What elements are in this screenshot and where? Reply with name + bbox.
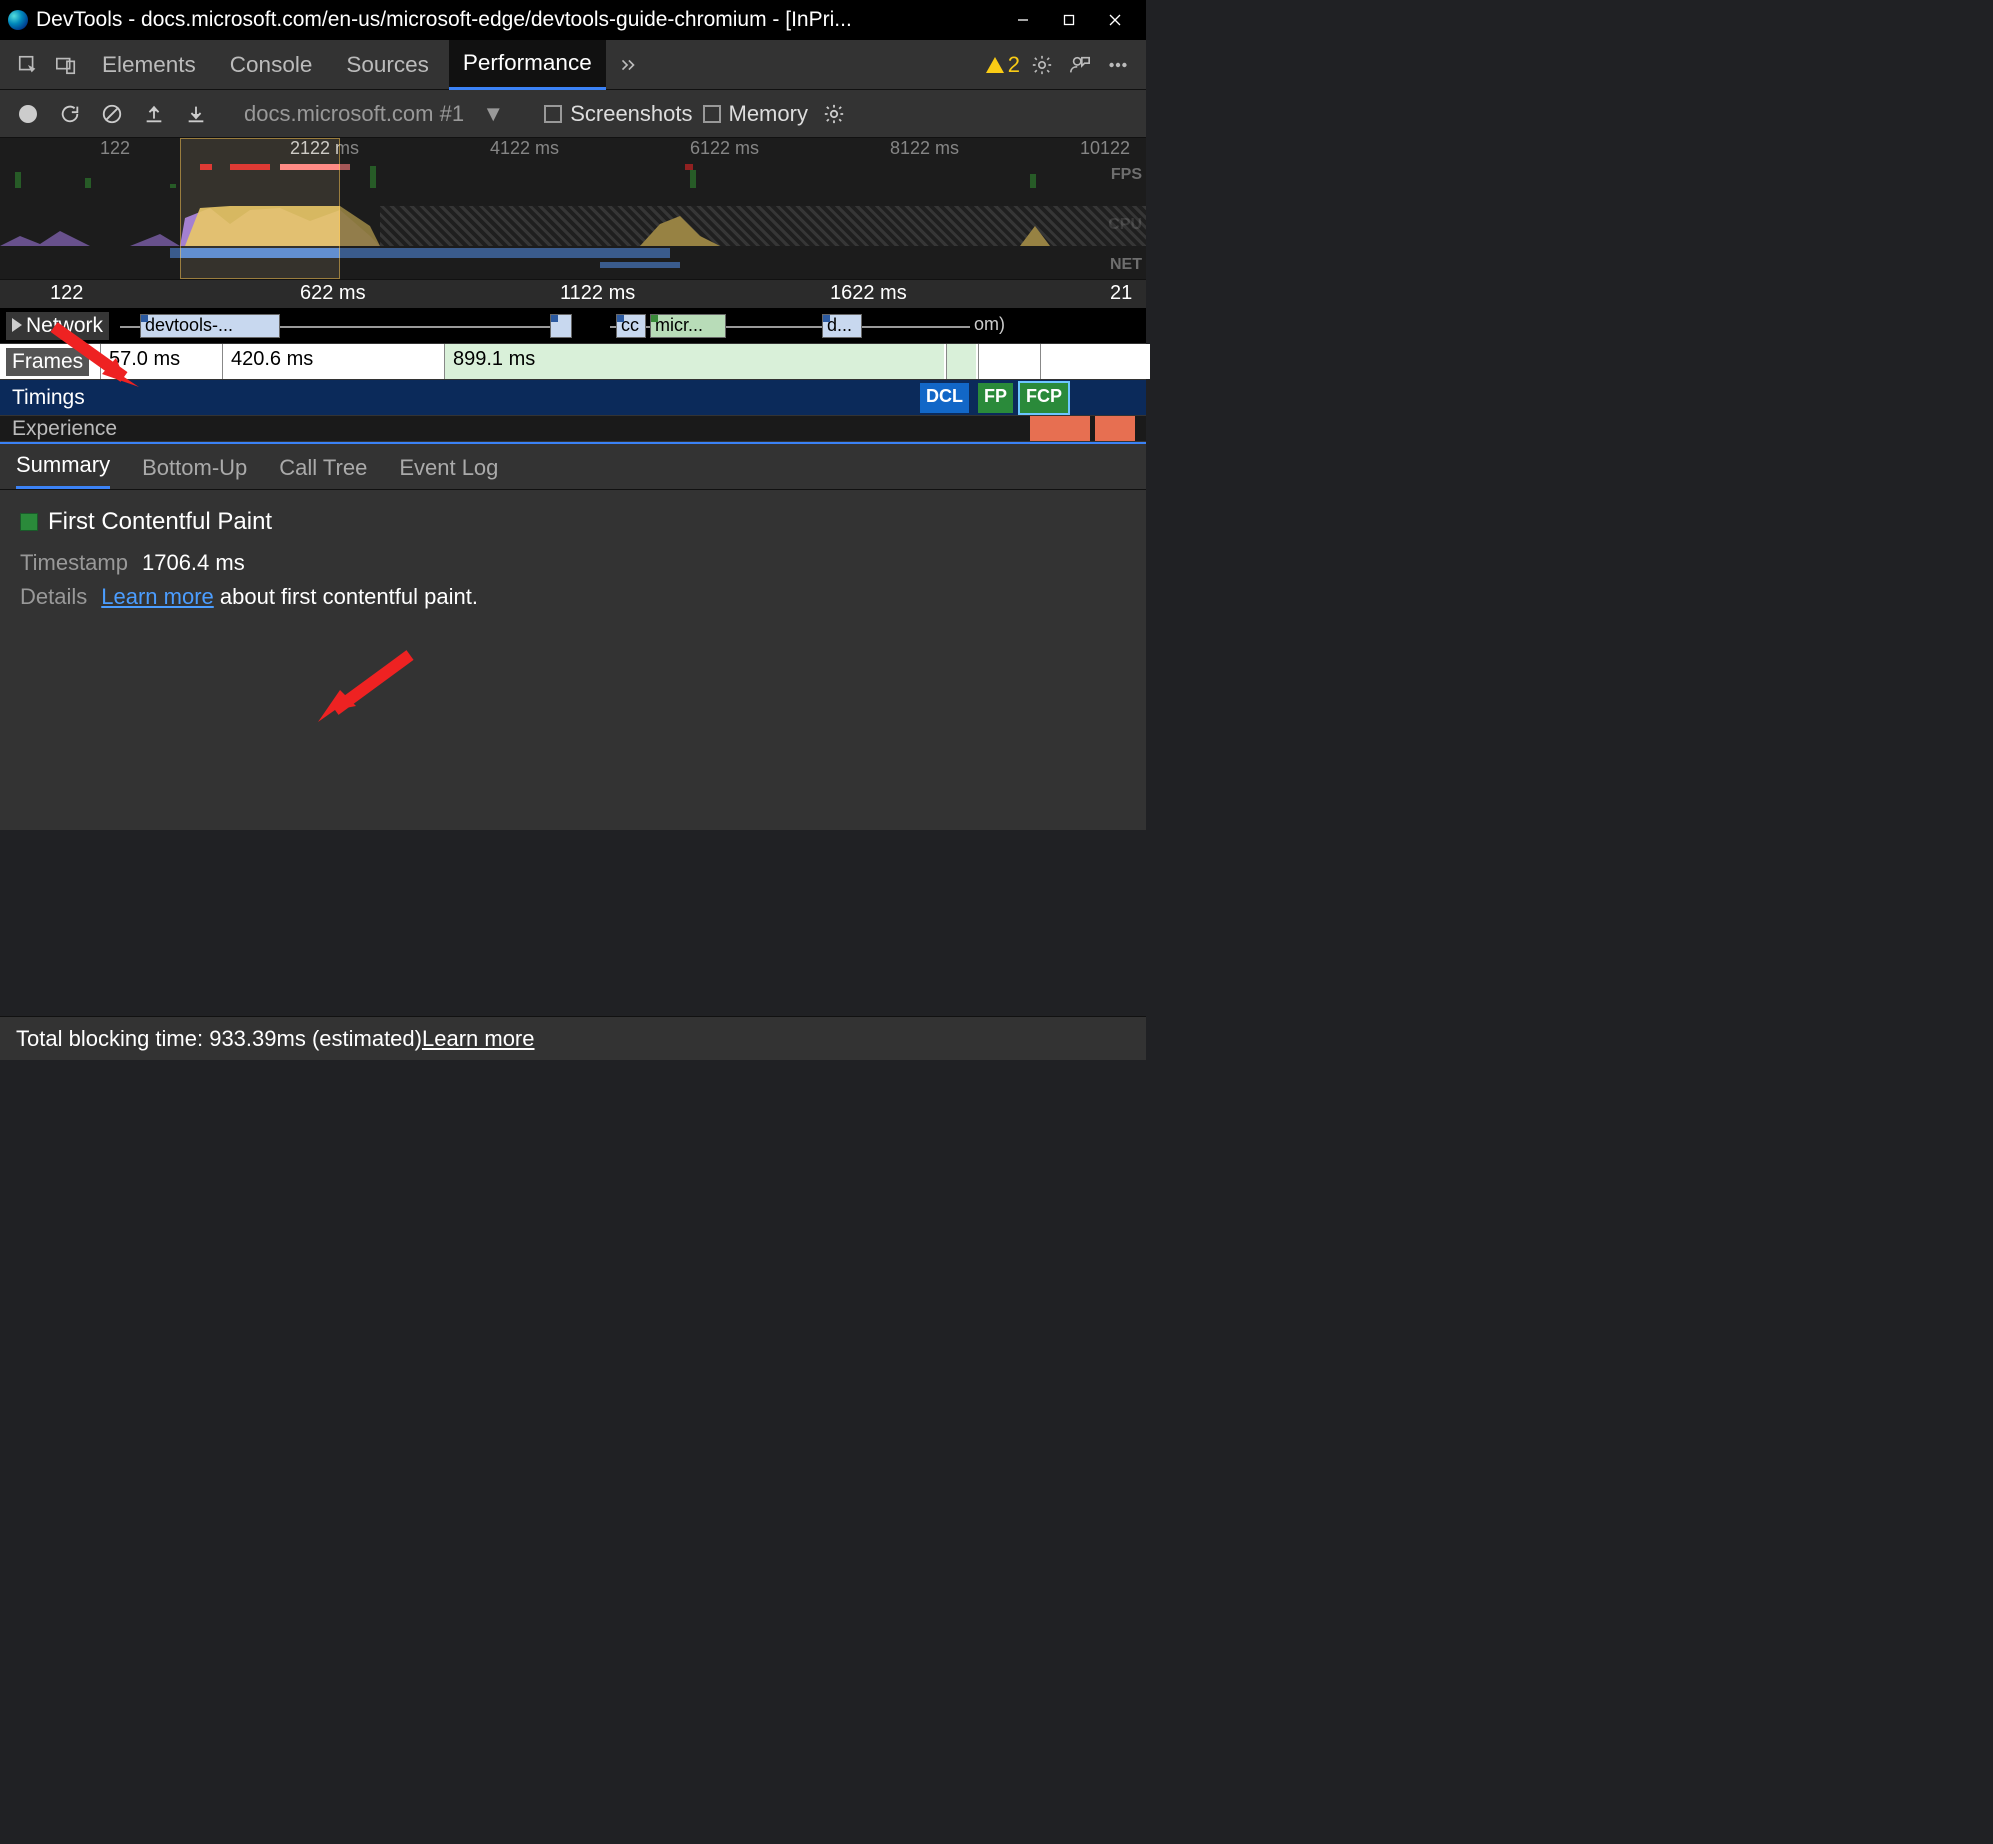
timing-fcp[interactable]: FCP (1020, 383, 1068, 413)
devtools-tabbar: Elements Console Sources Performance 2 (0, 40, 1146, 90)
flamechart[interactable]: 122 622 ms 1122 ms 1622 ms 21 Network de… (0, 280, 1146, 442)
tab-performance[interactable]: Performance (449, 40, 606, 90)
performance-toolbar: docs.microsoft.com #1 ▼ Screenshots Memo… (0, 90, 1146, 138)
frame-block[interactable]: 420.6 ms (222, 344, 442, 379)
experience-block[interactable] (1030, 416, 1090, 442)
window-title: DevTools - docs.microsoft.com/en-us/micr… (36, 8, 1000, 32)
frame-block[interactable] (946, 344, 976, 379)
warning-icon (986, 57, 1004, 73)
learn-more-link[interactable]: Learn more (101, 584, 214, 609)
maximize-button[interactable] (1046, 4, 1092, 36)
tbt-text: Total blocking time: 933.39ms (estimated… (16, 1026, 422, 1052)
reload-record-button[interactable] (54, 98, 86, 130)
tab-sources[interactable]: Sources (332, 40, 443, 90)
footer-bar: Total blocking time: 933.39ms (estimated… (0, 1016, 1146, 1060)
clear-button[interactable] (96, 98, 128, 130)
annotation-arrow (44, 322, 144, 397)
timings-row[interactable]: Timings DCL FP FCP (0, 380, 1146, 416)
more-tabs-button[interactable] (612, 49, 644, 81)
timestamp-label: Timestamp (20, 550, 128, 576)
network-row[interactable]: Network devtools-... cc micr... d... om) (0, 308, 1146, 344)
summary-tabbar: Summary Bottom-Up Call Tree Event Log (0, 442, 1146, 490)
details-text: about first contentful paint. (214, 584, 478, 609)
summary-title: First Contentful Paint (20, 508, 1126, 536)
net-block[interactable]: micr... (650, 314, 726, 338)
overview-timeline[interactable]: 122 2122 ms 4122 ms 6122 ms 8122 ms 1012… (0, 138, 1146, 280)
record-button[interactable] (12, 98, 44, 130)
warnings-badge[interactable]: 2 (986, 52, 1020, 78)
tab-summary[interactable]: Summary (16, 444, 110, 489)
kebab-menu-button[interactable] (1102, 49, 1134, 81)
memory-checkbox[interactable]: Memory (703, 101, 808, 127)
recording-selector[interactable]: docs.microsoft.com #1 ▼ (244, 101, 504, 127)
inspect-button[interactable] (12, 49, 44, 81)
close-button[interactable] (1092, 4, 1138, 36)
flame-ticks: 122 622 ms 1122 ms 1622 ms 21 (0, 280, 1146, 308)
device-toolbar-button[interactable] (50, 49, 82, 81)
experience-block[interactable] (1095, 416, 1135, 442)
download-button[interactable] (180, 98, 212, 130)
capture-settings-button[interactable] (818, 98, 850, 130)
tab-elements[interactable]: Elements (88, 40, 210, 90)
overview-selection[interactable] (180, 138, 340, 279)
net-block[interactable]: d... (822, 314, 862, 338)
tab-call-tree[interactable]: Call Tree (279, 447, 367, 489)
frame-block[interactable] (1040, 344, 1150, 379)
timing-dcl[interactable]: DCL (920, 383, 969, 413)
net-block[interactable]: devtools-... (140, 314, 280, 338)
tab-bottom-up[interactable]: Bottom-Up (142, 447, 247, 489)
details-label: Details (20, 584, 87, 610)
settings-button[interactable] (1026, 49, 1058, 81)
tab-event-log[interactable]: Event Log (399, 447, 498, 489)
frame-block[interactable]: 899.1 ms (444, 344, 944, 379)
upload-button[interactable] (138, 98, 170, 130)
experience-row[interactable]: Experience (0, 416, 1146, 442)
tab-console[interactable]: Console (216, 40, 327, 90)
screenshots-checkbox[interactable]: Screenshots (544, 101, 692, 127)
timestamp-value: 1706.4 ms (142, 550, 245, 576)
window-titlebar: DevTools - docs.microsoft.com/en-us/micr… (0, 0, 1146, 40)
net-block[interactable] (550, 314, 572, 338)
expand-icon[interactable] (12, 318, 22, 332)
timing-fp[interactable]: FP (978, 383, 1013, 413)
feedback-button[interactable] (1064, 49, 1096, 81)
tbt-learn-more-link[interactable]: Learn more (422, 1026, 535, 1052)
frames-row[interactable]: Frames 57.0 ms 420.6 ms 899.1 ms (0, 344, 1146, 380)
frame-block[interactable] (978, 344, 1038, 379)
minimize-button[interactable] (1000, 4, 1046, 36)
net-block[interactable]: om) (970, 314, 1030, 338)
summary-panel: First Contentful Paint Timestamp 1706.4 … (0, 490, 1146, 830)
net-block[interactable]: cc (616, 314, 646, 338)
fcp-color-swatch (20, 513, 38, 531)
annotation-arrow (310, 650, 420, 735)
app-icon (8, 10, 28, 30)
